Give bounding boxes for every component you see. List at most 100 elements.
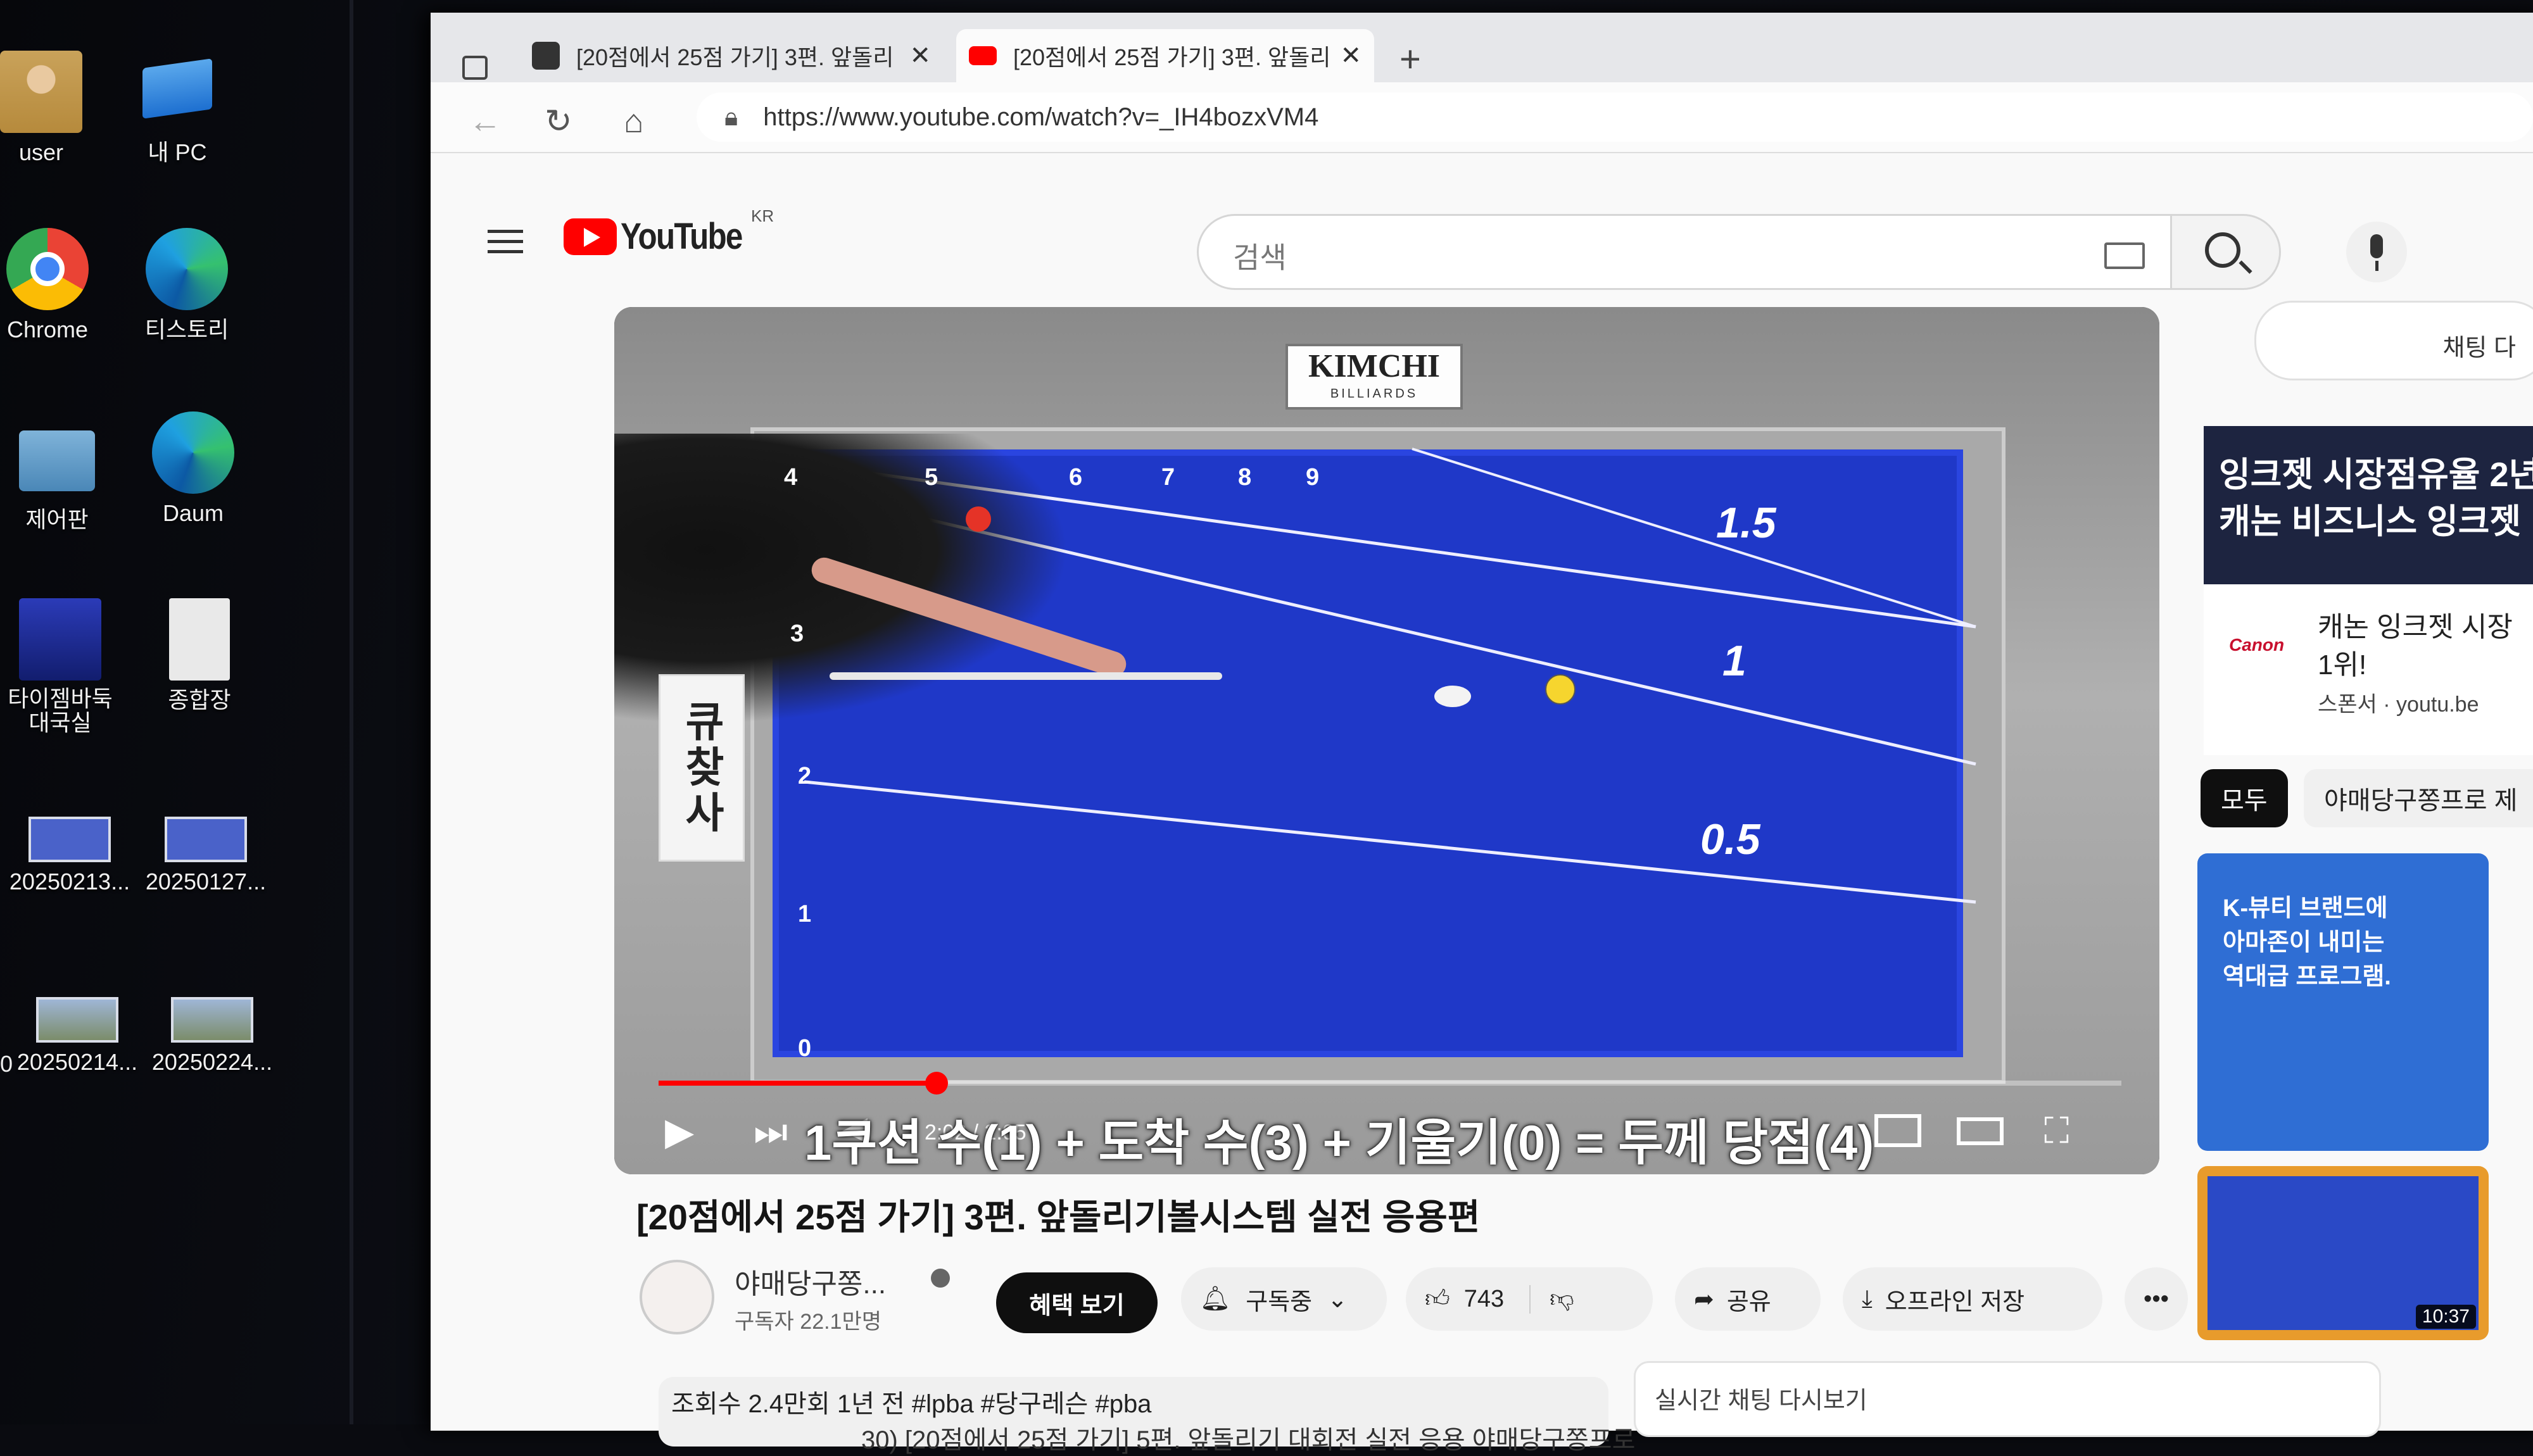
edge-logo: [146, 228, 228, 310]
reload-icon[interactable]: ↻: [545, 103, 572, 141]
play-icon[interactable]: ▶: [665, 1110, 694, 1154]
download-button[interactable]: ⤓ 오프라인 저장: [1843, 1267, 2102, 1331]
this-pc-icon[interactable]: 내 PC: [114, 51, 241, 166]
ad-card[interactable]: Canon 캐논 잉크젯 시장 1위! 스폰서 · youtu.be: [2204, 584, 2533, 755]
video-player[interactable]: KIMCHI BILLIARDS 큐찾사 5 6 7 8 9 4 3 2 1 0…: [614, 307, 2159, 1174]
canon-logo: Canon: [2229, 635, 2285, 655]
chip-channel[interactable]: 야매당구쫑프로 제: [2304, 769, 2533, 827]
chrome-icon[interactable]: Chrome: [0, 228, 111, 343]
miniplayer-icon[interactable]: [1874, 1114, 1921, 1147]
share-icon: ➦: [1694, 1286, 1714, 1313]
desktop-icon-label: 타이젬바둑 대국실: [8, 686, 113, 736]
channel-badge: 큐찾사: [659, 674, 745, 862]
desktop-icon-label: 티스토리: [144, 317, 229, 342]
close-icon[interactable]: ✕: [909, 41, 931, 70]
image-file-icon[interactable]: 20250213...: [6, 798, 133, 895]
search-input[interactable]: 검색: [1197, 214, 2172, 290]
progress-fill: [659, 1081, 937, 1086]
red-ball: [966, 506, 991, 532]
recommended-thumbnail[interactable]: K-뷰티 브랜드에 아마존이 내미는 역대급 프로그램.: [2197, 853, 2489, 1151]
desktop-icon-label: 20250214...: [16, 1049, 138, 1075]
top-diamond-label: 5: [925, 464, 938, 491]
tab-title: [20점에서 25점 가기] 3편. 앞돌리: [1013, 44, 1330, 70]
desktop-icon-label: 제어판: [25, 506, 89, 532]
download-label: 오프라인 저장: [1885, 1288, 2025, 1315]
theater-mode-icon[interactable]: [1957, 1117, 2004, 1145]
live-chat-replay[interactable]: 실시간 채팅 다시보기: [1634, 1361, 2381, 1437]
chat-toggle-label: 채팅 다: [2442, 335, 2516, 361]
join-button[interactable]: 혜택 보기: [996, 1272, 1158, 1333]
desktop-divider: [350, 0, 353, 1424]
microphone-icon[interactable]: [2346, 222, 2407, 282]
subscribed-label: 구독중: [1246, 1288, 1313, 1315]
download-icon: ⤓: [1862, 1285, 1873, 1312]
channel-name[interactable]: 야매당구쫑...: [735, 1261, 886, 1302]
scrubber-handle[interactable]: [925, 1072, 948, 1095]
system-label: 1: [1722, 637, 1747, 685]
ad-banner[interactable]: 잉크젯 시장점유율 2년 캐논 비즈니스 잉크젯: [2204, 426, 2533, 584]
verified-icon: [931, 1269, 950, 1288]
back-icon[interactable]: ←: [469, 103, 502, 141]
subscribed-button[interactable]: 🔔︎ 구독중 ⌄: [1181, 1267, 1387, 1331]
aim-line-0.5: [804, 780, 1976, 904]
video-title: [20점에서 25점 가기] 3편. 앞돌리기볼시스템 실전 응용편: [636, 1197, 1481, 1237]
chevron-down-icon: ⌄: [1327, 1286, 1348, 1313]
address-bar[interactable]: 🔒︎ https://www.youtube.com/watch?v=_IH4b…: [697, 92, 2533, 142]
edge-tistory-icon[interactable]: 티스토리: [123, 228, 250, 343]
image-file-icon[interactable]: 20250127...: [142, 798, 269, 895]
image-thumbnail: [171, 997, 253, 1043]
top-diamond-label: 6: [1069, 464, 1083, 491]
daum-d-icon: [532, 42, 560, 70]
cue-stick: [830, 672, 1222, 680]
like-icon[interactable]: 👍︎: [1425, 1285, 1450, 1314]
chat-toggle[interactable]: 채팅 다: [2254, 301, 2533, 380]
tab-youtube[interactable]: [20점에서 25점 가기] 3편. 앞돌리 ✕: [956, 29, 1374, 82]
recommended-thumbnail[interactable]: 10:37: [2197, 1166, 2489, 1340]
user-folder-icon[interactable]: user: [0, 51, 104, 166]
control-panel-icon[interactable]: 제어판: [0, 418, 120, 533]
document-icon[interactable]: 종합장: [136, 598, 263, 713]
system-label: 0.5: [1700, 815, 1760, 863]
chrome-logo: [6, 228, 89, 310]
tab-daum[interactable]: [20점에서 25점 가기] 3편. 앞돌리 ✕: [519, 29, 944, 82]
like-count: 743: [1463, 1285, 1505, 1312]
more-actions-button[interactable]: •••: [2125, 1267, 2188, 1331]
dislike-icon[interactable]: 👎︎: [1529, 1284, 1574, 1314]
edge-logo: [152, 411, 234, 494]
image-thumbnail: [36, 997, 118, 1043]
fullscreen-icon[interactable]: ⛶: [2044, 1110, 2069, 1152]
menu-icon[interactable]: [488, 223, 523, 260]
home-icon[interactable]: ⌂: [624, 103, 643, 141]
close-icon[interactable]: ✕: [1340, 41, 1361, 70]
new-tab-button[interactable]: +: [1399, 38, 1421, 80]
chip-all[interactable]: 모두: [2201, 769, 2288, 827]
ad-banner-text: 잉크젯 시장점유율 2년 캐논 비즈니스 잉크젯: [2219, 456, 2533, 541]
browser-window: [20점에서 25점 가기] 3편. 앞돌리 ✕ [20점에서 25점 가기] …: [431, 13, 2533, 1454]
image-file-icon[interactable]: 20250214...: [14, 978, 141, 1076]
channel-avatar[interactable]: [640, 1260, 714, 1334]
aim-line-top: [1412, 448, 1976, 628]
caption-text: 1쿠션 수(1) + 도착 수(3) + 기울기(0) = 두께 당점(4): [804, 1115, 1874, 1170]
edge-daum-icon[interactable]: Daum: [130, 411, 256, 527]
workspaces-icon[interactable]: [462, 56, 488, 80]
desktop-icon-label: 종합장: [168, 687, 231, 713]
monitor-image: [142, 58, 212, 119]
subscriber-count: 구독자 22.1만명: [735, 1310, 882, 1334]
live-chat-label: 실시간 채팅 다시보기: [1655, 1388, 1867, 1414]
next-icon[interactable]: ⏭: [754, 1110, 788, 1154]
image-file-icon[interactable]: 20250224...: [149, 978, 275, 1076]
share-button[interactable]: ➦ 공유: [1675, 1267, 1821, 1331]
tygem-logo: [19, 598, 101, 681]
thumbnail-text: K-뷰티 브랜드에 아마존이 내미는 역대급 프로그램.: [2223, 895, 2391, 990]
lock-icon: 🔒︎: [724, 103, 738, 131]
youtube-logo[interactable]: YouTube KR: [564, 206, 774, 258]
left-diamond-label: 3: [790, 620, 804, 647]
user-avatar-image: [0, 51, 82, 133]
keyboard-icon[interactable]: [2104, 242, 2145, 269]
search-button[interactable]: [2172, 214, 2281, 290]
system-label: 1.5: [1716, 499, 1776, 547]
desktop-icon-label: 20250213...: [9, 869, 130, 894]
desktop-icon-label: 20250224...: [151, 1049, 273, 1075]
tygem-baduk-icon[interactable]: 타이젬바둑 대국실: [0, 598, 123, 735]
search-placeholder: 검색: [1233, 241, 1287, 274]
